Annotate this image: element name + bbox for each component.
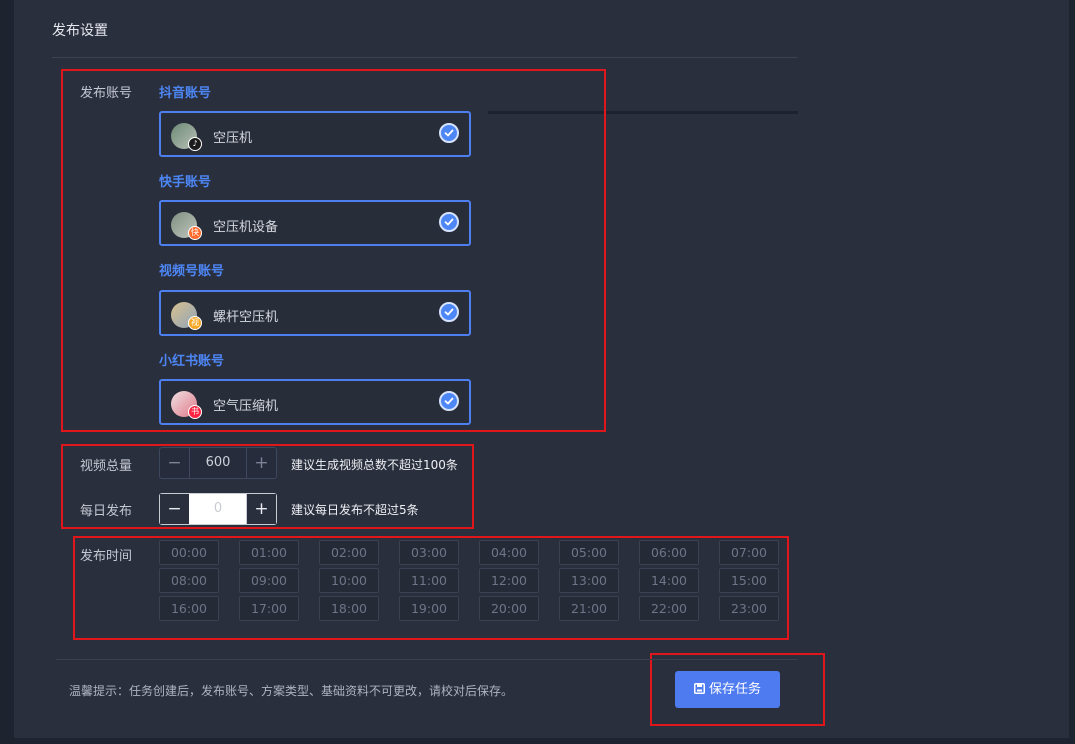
video-total-input[interactable]: 600 xyxy=(189,448,247,478)
account-avatar: 视 xyxy=(171,302,202,330)
time-slot[interactable]: 19:00 xyxy=(399,596,459,621)
time-slot[interactable]: 10:00 xyxy=(319,568,379,593)
section-title: 发布设置 xyxy=(52,23,108,39)
platform-label: 快手账号 xyxy=(159,175,212,190)
time-slot[interactable]: 01:00 xyxy=(239,540,299,565)
account-name: 空压机设备 xyxy=(213,220,279,235)
time-slot[interactable]: 21:00 xyxy=(559,596,619,621)
time-slot[interactable]: 18:00 xyxy=(319,596,379,621)
footer-divider xyxy=(56,659,798,660)
time-slot[interactable]: 14:00 xyxy=(639,568,699,593)
save-task-label: 保存任务 xyxy=(708,682,761,697)
time-slot[interactable]: 02:00 xyxy=(319,540,379,565)
daily-publish-stepper: − 0 + xyxy=(159,493,277,525)
increase-button[interactable]: + xyxy=(246,494,276,524)
publish-time-label: 发布时间 xyxy=(80,549,133,564)
check-icon[interactable] xyxy=(439,123,459,143)
time-slot[interactable]: 13:00 xyxy=(559,568,619,593)
increase-button[interactable]: + xyxy=(246,448,276,478)
time-slot[interactable]: 04:00 xyxy=(479,540,539,565)
platform-badge-icon: ♪ xyxy=(188,137,202,151)
time-slot[interactable]: 11:00 xyxy=(399,568,459,593)
account-card[interactable]: 书空气压缩机 xyxy=(159,379,471,425)
account-avatar: 书 xyxy=(171,391,202,419)
daily-publish-input[interactable]: 0 xyxy=(189,494,247,524)
time-slot[interactable]: 22:00 xyxy=(639,596,699,621)
platform-label: 小红书账号 xyxy=(159,354,225,369)
time-slot[interactable]: 08:00 xyxy=(159,568,219,593)
daily-publish-hint: 建议每日发布不超过5条 xyxy=(291,503,419,517)
platform-badge-icon: 视 xyxy=(188,316,202,330)
daily-publish-label: 每日发布 xyxy=(80,504,133,519)
time-slot[interactable]: 07:00 xyxy=(719,540,779,565)
platform-badge-icon: 书 xyxy=(188,405,202,419)
time-slot[interactable]: 05:00 xyxy=(559,540,619,565)
time-slot[interactable]: 09:00 xyxy=(239,568,299,593)
accounts-label: 发布账号 xyxy=(80,86,133,101)
time-slot[interactable]: 06:00 xyxy=(639,540,699,565)
check-icon[interactable] xyxy=(439,302,459,322)
time-slot[interactable]: 17:00 xyxy=(239,596,299,621)
decrease-button[interactable]: − xyxy=(160,448,190,478)
warning-tip: 温馨提示：任务创建后，发布账号、方案类型、基础资料不可更改，请校对后保存。 xyxy=(69,684,514,698)
title-divider xyxy=(52,57,798,58)
video-total-stepper: − 600 + xyxy=(159,447,277,479)
time-slot[interactable]: 23:00 xyxy=(719,596,779,621)
video-total-label: 视频总量 xyxy=(80,459,133,474)
account-avatar: 快 xyxy=(171,212,202,240)
decrease-button[interactable]: − xyxy=(160,494,190,524)
time-slot[interactable]: 15:00 xyxy=(719,568,779,593)
time-slot[interactable]: 00:00 xyxy=(159,540,219,565)
time-slot[interactable]: 12:00 xyxy=(479,568,539,593)
time-slot[interactable]: 16:00 xyxy=(159,596,219,621)
account-card[interactable]: 快空压机设备 xyxy=(159,200,471,246)
account-name: 空压机 xyxy=(213,131,253,146)
platform-label: 抖音账号 xyxy=(159,86,212,101)
check-icon[interactable] xyxy=(439,212,459,232)
platform-badge-icon: 快 xyxy=(188,226,202,240)
account-avatar: ♪ xyxy=(171,123,202,151)
save-icon xyxy=(693,672,705,709)
time-slot[interactable]: 20:00 xyxy=(479,596,539,621)
save-task-button[interactable]: 保存任务 xyxy=(675,671,780,708)
account-card[interactable]: ♪ 空压机 xyxy=(159,111,471,157)
account-card[interactable]: 视螺杆空压机 xyxy=(159,290,471,336)
video-total-hint: 建议生成视频总数不超过100条 xyxy=(291,458,458,472)
account-name: 螺杆空压机 xyxy=(213,310,279,325)
check-icon[interactable] xyxy=(439,391,459,411)
platform-label: 视频号账号 xyxy=(159,264,225,279)
time-slot[interactable]: 03:00 xyxy=(399,540,459,565)
account-name: 空气压缩机 xyxy=(213,399,279,414)
